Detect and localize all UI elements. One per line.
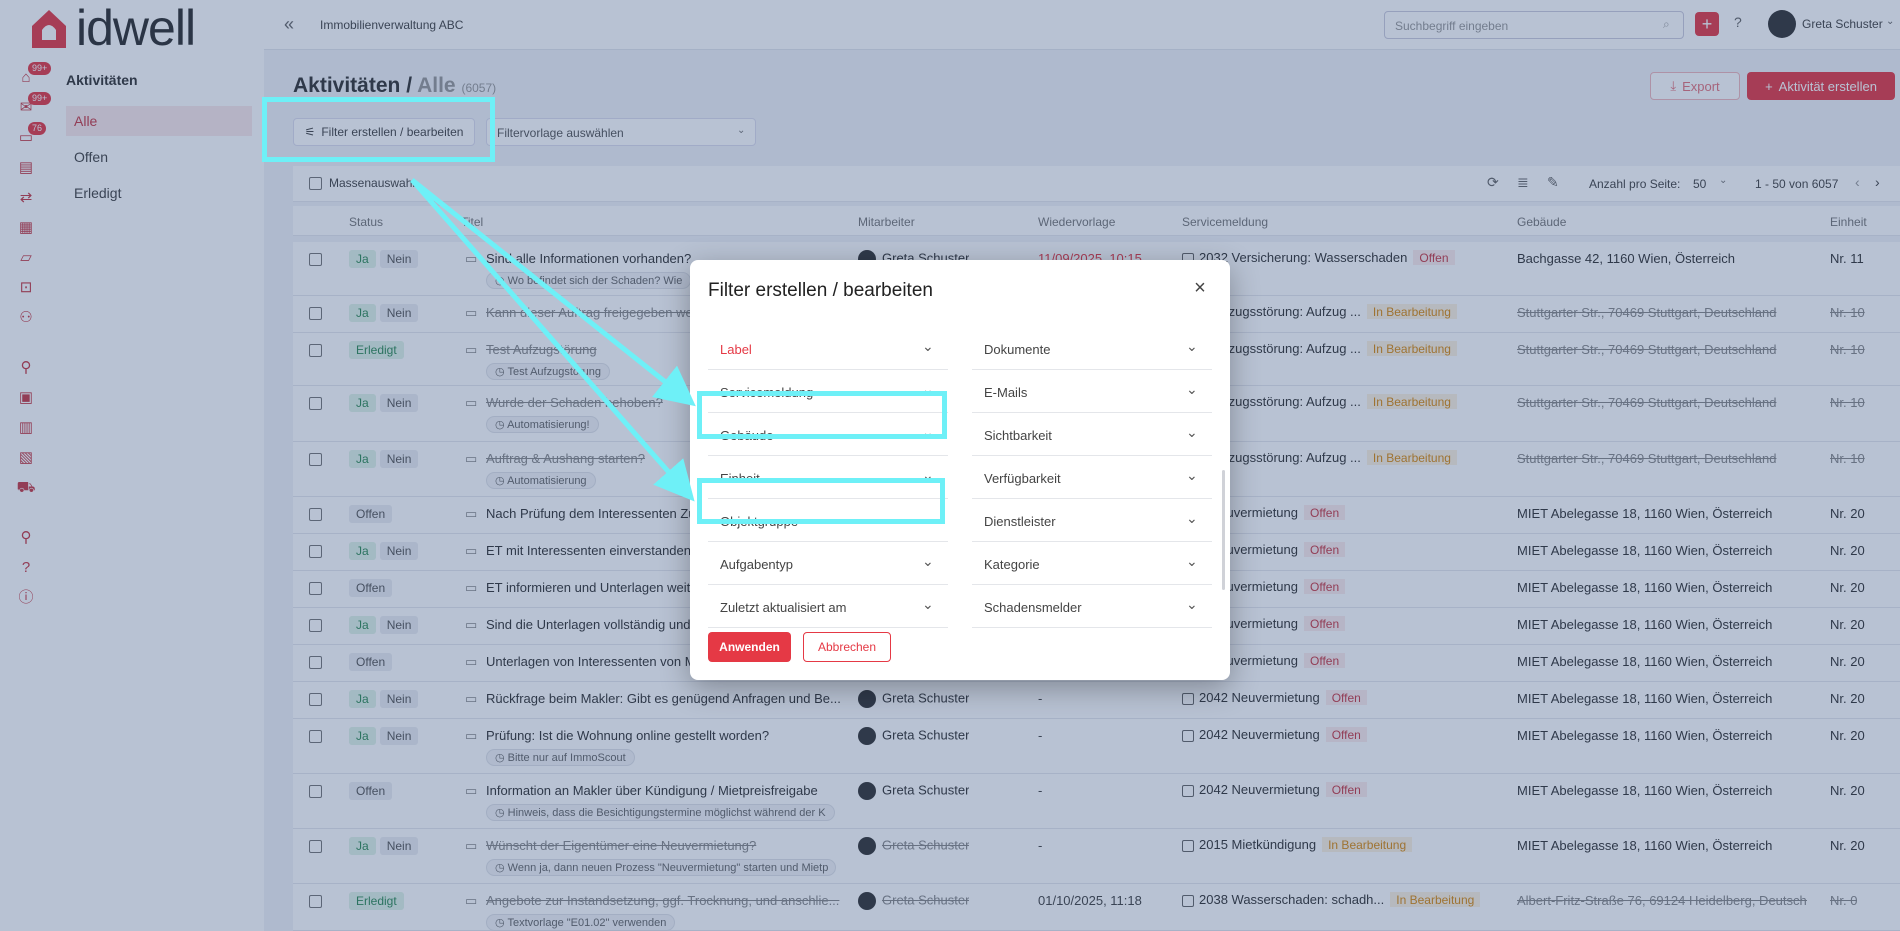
arrow-to-gebaeude [410,178,696,407]
arrow-to-objektgruppe [410,178,695,502]
annotation-arrows [410,178,696,502]
